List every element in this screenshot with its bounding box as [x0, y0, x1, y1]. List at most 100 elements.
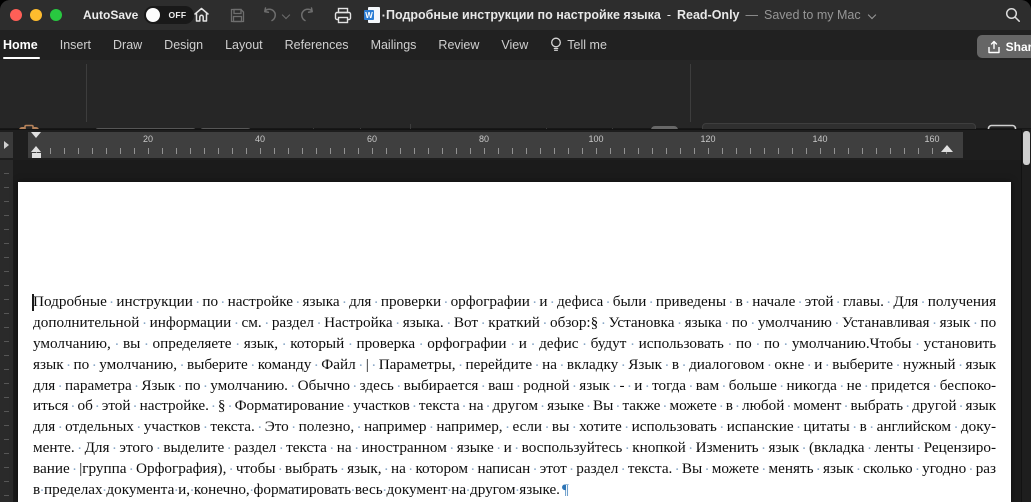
- save-icon[interactable]: [226, 5, 248, 25]
- ruler-tick: [638, 148, 639, 154]
- space-mark: [854, 460, 864, 477]
- space-mark: [468, 460, 478, 477]
- space-mark: [759, 460, 769, 477]
- ruler-tick: [470, 148, 471, 154]
- space-mark: [352, 439, 362, 456]
- ruler-tick: [932, 148, 933, 154]
- minimize-window-button[interactable]: [30, 9, 42, 21]
- close-window-button[interactable]: [10, 9, 22, 21]
- space-mark: [913, 460, 923, 477]
- tab-home[interactable]: Home: [3, 30, 49, 60]
- saved-status[interactable]: Saved to my Mac: [764, 8, 861, 22]
- space-mark: [444, 314, 454, 331]
- ruler-tick: [148, 148, 149, 154]
- document-text[interactable]: Подробные инструкции по настройке языка …: [33, 292, 996, 501]
- space-mark: [107, 293, 116, 310]
- undo-icon[interactable]: [258, 5, 280, 25]
- tab-mailings[interactable]: Mailings: [360, 30, 428, 60]
- space-mark: [618, 460, 628, 477]
- zoom-window-button[interactable]: [50, 9, 62, 21]
- tab-stop-selector[interactable]: [0, 132, 13, 158]
- ruler-tick: [330, 148, 331, 154]
- print-icon[interactable]: [332, 5, 354, 25]
- ruler-band[interactable]: 20406080100120140160: [28, 132, 963, 158]
- space-mark: [394, 377, 404, 394]
- text-line: в пределах документа и, конечно, формати…: [33, 480, 996, 501]
- tab-design[interactable]: Design: [153, 30, 214, 60]
- space-mark: [200, 418, 210, 435]
- space-mark: [618, 356, 628, 373]
- tab-draw[interactable]: Draw: [102, 30, 153, 60]
- right-indent-marker[interactable]: [941, 145, 953, 152]
- space-mark: [224, 439, 234, 456]
- hanging-indent-marker[interactable]: [31, 146, 41, 152]
- ruler-tick: [834, 148, 835, 154]
- space-mark: [354, 418, 364, 435]
- ruler-tick: [120, 148, 121, 154]
- space-mark: [918, 293, 927, 310]
- space-mark: [717, 418, 727, 435]
- ruler-tick: [302, 148, 303, 154]
- space-mark: [64, 356, 74, 373]
- undo-dropdown-chevron-icon[interactable]: [282, 11, 290, 19]
- space-mark: [841, 397, 850, 414]
- ruler-tick: [274, 148, 275, 154]
- ruler-tick: [344, 148, 345, 154]
- space-mark: [382, 460, 392, 477]
- space-mark: [850, 418, 860, 435]
- ruler-tick: [442, 148, 443, 154]
- scrollbar-thumb[interactable]: [1023, 131, 1030, 165]
- space-mark: [139, 314, 149, 331]
- space-mark: [930, 377, 940, 394]
- space-mark: [314, 314, 324, 331]
- left-indent-marker[interactable]: [32, 153, 41, 158]
- ruler-tick: [106, 148, 107, 154]
- ruler-tick: [820, 148, 821, 154]
- space-mark: [276, 460, 286, 477]
- space-mark: [914, 439, 924, 456]
- ruler-tick: [890, 148, 891, 154]
- document-page[interactable]: Подробные инструкции по настройке языка …: [18, 182, 1011, 502]
- autosave-toggle[interactable]: OFF: [144, 6, 194, 24]
- tab-label: Draw: [113, 38, 142, 52]
- tab-view[interactable]: View: [490, 30, 539, 60]
- space-mark: [103, 481, 107, 498]
- tab-layout[interactable]: Layout: [214, 30, 274, 60]
- home-icon[interactable]: [190, 5, 212, 25]
- space-mark: [672, 460, 682, 477]
- space-mark: [110, 439, 120, 456]
- ruler-tick: [134, 148, 135, 154]
- tab-label: Mailings: [371, 38, 417, 52]
- redo-icon[interactable]: [296, 5, 318, 25]
- space-mark: [547, 293, 556, 310]
- ruler-tick: [764, 148, 765, 154]
- tab-references[interactable]: References: [274, 30, 360, 60]
- ruler-tick: [218, 148, 219, 154]
- ruler-tick: [610, 148, 611, 154]
- space-mark: [75, 439, 85, 456]
- search-icon[interactable]: [1003, 6, 1023, 24]
- space-mark: [134, 418, 144, 435]
- word-doc-icon: W: [364, 7, 380, 23]
- saved-status-chevron-icon[interactable]: [867, 11, 875, 19]
- share-button[interactable]: Share: [977, 35, 1031, 58]
- tab-tell-me[interactable]: Tell me: [539, 30, 618, 60]
- space-mark: [610, 377, 620, 394]
- space-mark: [406, 460, 416, 477]
- space-mark: [478, 377, 488, 394]
- tab-label: View: [501, 38, 528, 52]
- first-line-indent-marker[interactable]: [31, 132, 41, 138]
- text-line: дополнительной информации см. раздел Нас…: [33, 313, 996, 334]
- space-mark: [722, 314, 732, 331]
- space-mark: [226, 460, 236, 477]
- space-mark: [226, 397, 235, 414]
- vertical-scrollbar[interactable]: [1021, 129, 1031, 502]
- ruler-tick: [204, 148, 205, 154]
- tab-label: References: [285, 38, 349, 52]
- tab-insert[interactable]: Insert: [49, 30, 102, 60]
- ruler-tick: [722, 148, 723, 154]
- space-mark: [209, 397, 218, 414]
- space-mark: [190, 481, 194, 498]
- tab-review[interactable]: Review: [427, 30, 490, 60]
- text-line: для параметра Язык по умолчанию. Обычно …: [33, 376, 996, 397]
